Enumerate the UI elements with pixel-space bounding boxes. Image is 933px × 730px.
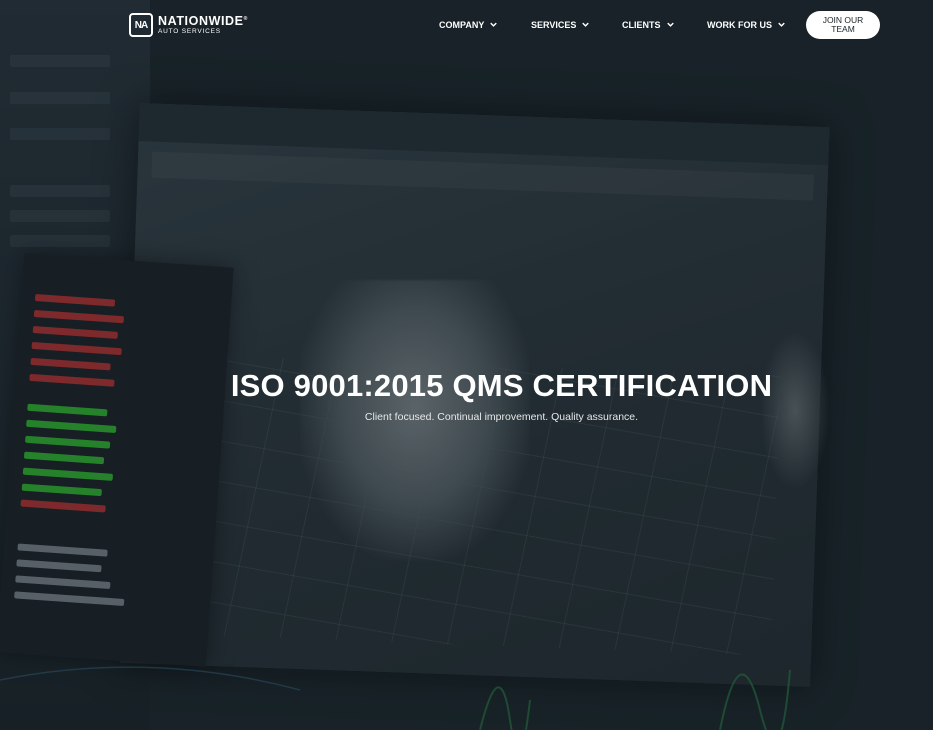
chevron-down-icon [582,22,590,27]
chevron-down-icon [666,22,674,27]
nav-item-label: WORK FOR US [707,19,772,30]
trademark-symbol: ® [243,15,248,22]
nav-item-work-for-us[interactable]: WORK FOR US [707,19,787,30]
chevron-down-icon [778,22,785,27]
site-header: NA NATIONWIDE® AUTO SERVICES COMPANY SER… [0,0,933,50]
join-our-team-button[interactable]: JOIN OUR TEAM [806,11,880,39]
hero-subtitle: Client focused. Continual improvement. Q… [364,411,639,423]
nav-item-clients[interactable]: CLIENTS [622,19,676,30]
logo-mark-icon: NA [129,13,153,37]
brand-logo[interactable]: NA NATIONWIDE® AUTO SERVICES [129,11,248,39]
nav-item-services[interactable]: SERVICES [531,19,591,30]
hero-background-image [0,0,933,730]
nav-item-label: SERVICES [531,19,577,30]
nav-item-label: COMPANY [439,19,485,30]
logo-wordmark: NATIONWIDE® AUTO SERVICES [158,15,248,35]
hero-title: ISO 9001:2015 QMS CERTIFICATION [230,368,773,403]
chevron-down-icon [490,22,498,27]
brand-name: NATIONWIDE [158,14,244,28]
nav-item-company[interactable]: COMPANY [439,19,499,30]
brand-tagline: AUTO SERVICES [158,27,221,35]
nav-item-label: CLIENTS [622,19,661,30]
dark-overlay [0,0,933,730]
